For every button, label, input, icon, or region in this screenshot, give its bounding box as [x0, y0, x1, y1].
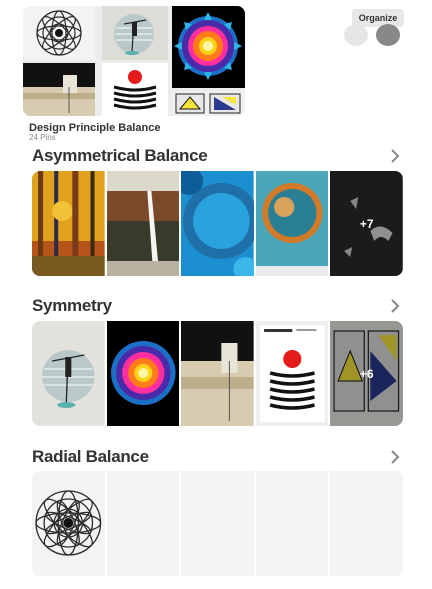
empty-placeholder [181, 471, 254, 576]
pin-image-mandala[interactable] [106, 321, 180, 426]
pin-image-autumn-forest[interactable] [32, 171, 105, 276]
cover-image-geometric-yellow [172, 91, 245, 116]
cover-image-red-sun-waves [102, 63, 168, 116]
chevron-right-icon[interactable] [388, 148, 402, 164]
pin-image-radial-flower[interactable] [32, 471, 105, 576]
section-row-radial-balance [32, 471, 403, 576]
avatar-icon[interactable] [344, 24, 368, 46]
avatar-icon[interactable] [376, 24, 400, 46]
pin-image-landscape-waterfall[interactable] [106, 171, 180, 276]
empty-placeholder [330, 471, 403, 576]
empty-placeholder [255, 471, 329, 576]
chevron-right-icon[interactable] [388, 449, 402, 465]
cover-image-mandala [172, 6, 245, 88]
section-row-symmetry: +6 [32, 321, 403, 426]
cover-image-dancer [102, 6, 168, 60]
more-pins-count[interactable]: +6 [330, 321, 403, 426]
section-title[interactable]: Radial Balance [32, 447, 402, 467]
more-pins-count[interactable]: +7 [330, 171, 403, 276]
section-header-symmetry[interactable]: Symmetry [32, 296, 402, 318]
pin-image-geometric-yellow[interactable]: +6 [330, 321, 403, 426]
section-header-radial-balance[interactable]: Radial Balance [32, 447, 402, 469]
pin-image-red-sun-waves[interactable] [255, 321, 329, 426]
cover-image-abstract-black-top [23, 63, 95, 116]
section-row-asymmetrical-balance: +7 [32, 171, 403, 276]
pin-image-blue-circles[interactable] [181, 171, 254, 276]
collaborator-avatars[interactable] [344, 24, 406, 48]
section-title[interactable]: Asymmetrical Balance [32, 146, 402, 166]
section-title[interactable]: Symmetry [32, 296, 402, 316]
empty-placeholder [106, 471, 180, 576]
pin-image-dancer[interactable] [32, 321, 105, 426]
board-cover[interactable] [23, 6, 245, 116]
pin-image-hands-silhouette[interactable]: +7 [330, 171, 403, 276]
section-header-asymmetrical-balance[interactable]: Asymmetrical Balance [32, 146, 402, 168]
cover-image-radial-flower [23, 6, 95, 60]
chevron-right-icon[interactable] [388, 298, 402, 314]
board-pin-count: 24 Pins [29, 133, 56, 142]
pin-image-teal-orange-circle[interactable] [255, 171, 329, 276]
pin-image-abstract-black-top[interactable] [181, 321, 254, 426]
